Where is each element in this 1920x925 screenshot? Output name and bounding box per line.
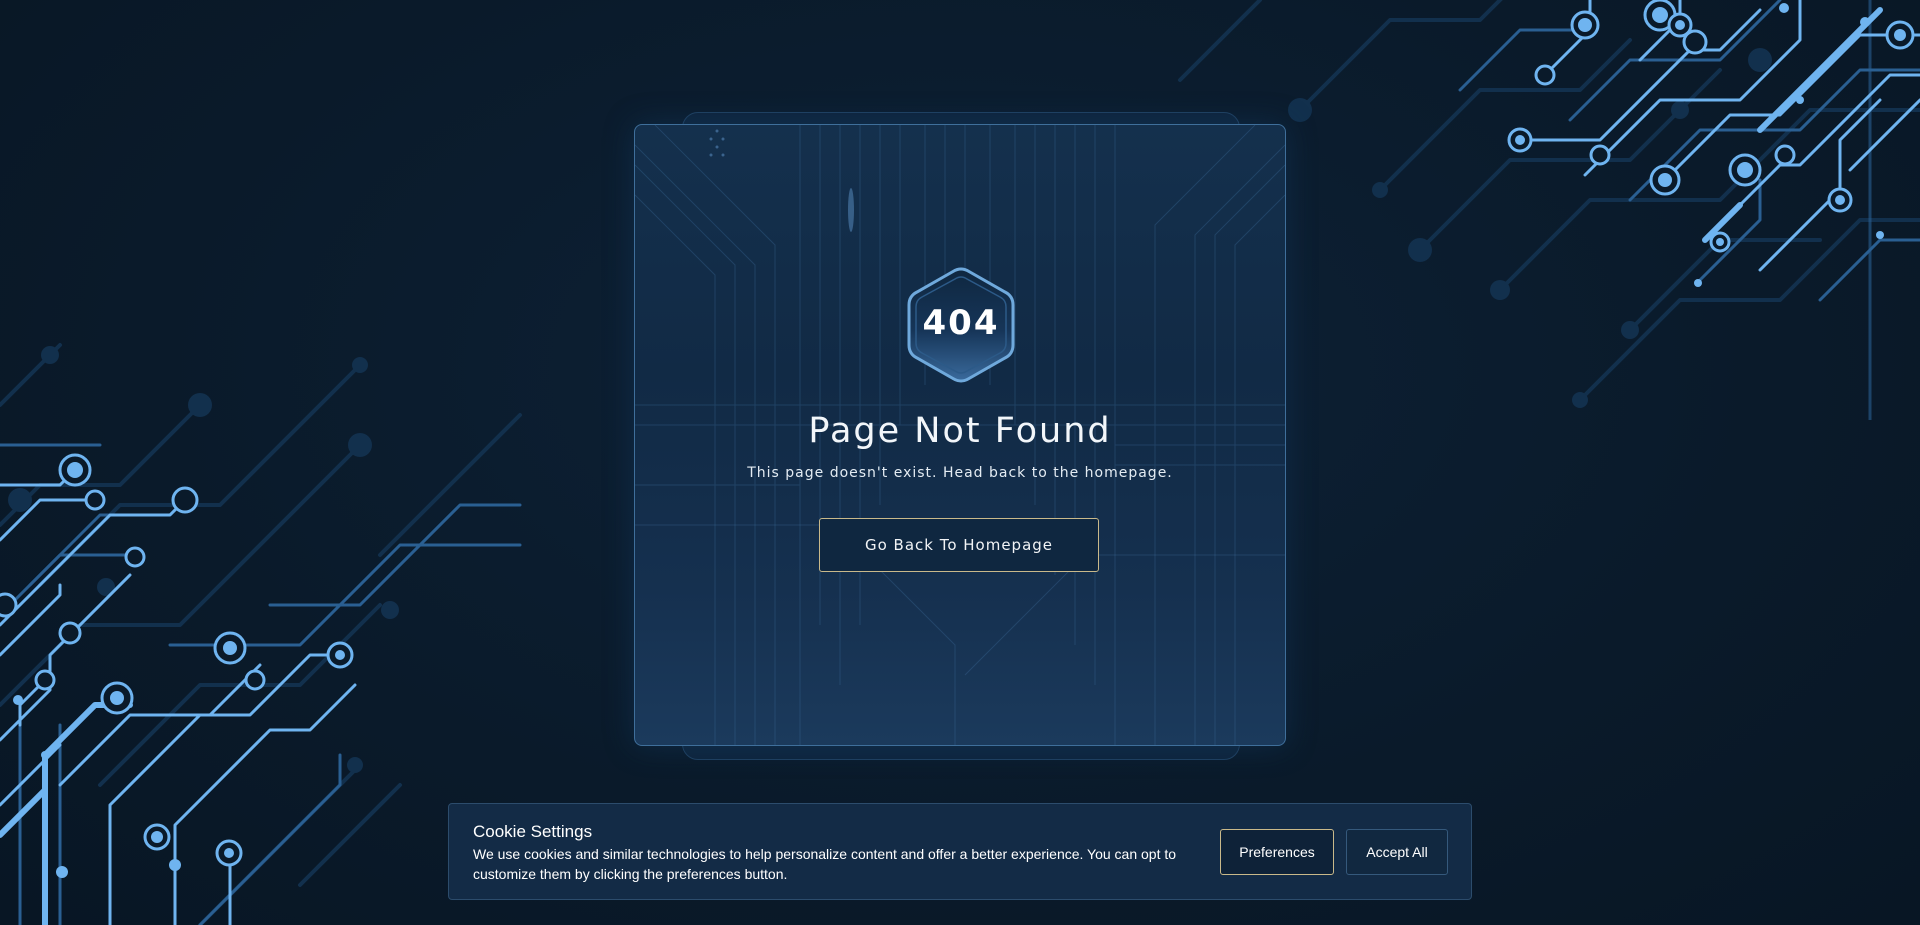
error-message: This page doesn't exist. Head back to th… (747, 465, 1173, 481)
preferences-button[interactable]: Preferences (1220, 829, 1334, 875)
accept-all-button[interactable]: Accept All (1346, 829, 1448, 875)
error-card: 404 Page Not Found This page doesn't exi… (634, 124, 1286, 746)
cookie-banner-title: Cookie Settings (473, 822, 593, 841)
error-code-badge: 404 (905, 265, 1017, 385)
page-title: Page Not Found (808, 411, 1112, 451)
cookie-banner-text: We use cookies and similar technologies … (473, 846, 1177, 882)
cookie-banner: Cookie Settings We use cookies and simil… (448, 803, 1472, 900)
page-background: 404 Page Not Found This page doesn't exi… (0, 0, 1920, 925)
error-code: 404 (922, 303, 1000, 343)
go-back-homepage-button[interactable]: Go Back To Homepage (819, 518, 1099, 572)
